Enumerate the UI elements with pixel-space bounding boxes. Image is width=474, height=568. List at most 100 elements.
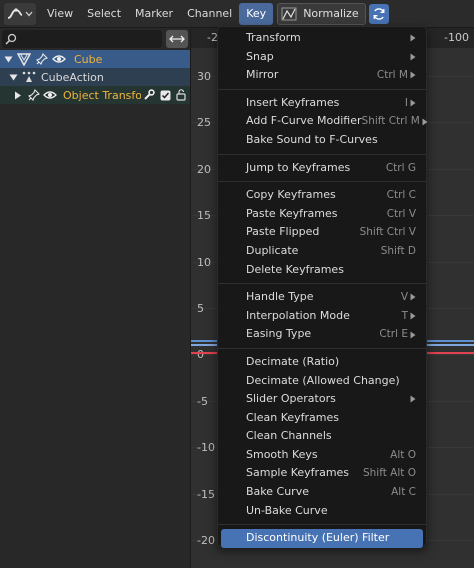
- lock-open-icon[interactable]: [175, 89, 187, 101]
- expand-down-icon[interactable]: [9, 73, 18, 82]
- channel-object-row[interactable]: Cube: [0, 50, 190, 68]
- channel-action-row[interactable]: CubeAction: [0, 68, 190, 86]
- menu-item-bake-sound-to-f-curves[interactable]: Bake Sound to F-Curves: [218, 131, 426, 150]
- menu-item-shortcut: Ctrl G: [385, 161, 416, 174]
- channel-group-row[interactable]: Object Transforn: [0, 86, 190, 104]
- channel-object-label: Cube: [74, 52, 103, 66]
- value-label: -5: [197, 394, 208, 408]
- submenu-arrow-icon: [410, 312, 416, 320]
- menu-item-decimate-allowed-change[interactable]: Decimate (Allowed Change): [218, 372, 426, 391]
- menu-item-right: Shift D: [381, 242, 416, 261]
- value-label: 30: [197, 70, 211, 83]
- visibility-eye-icon[interactable]: [52, 54, 66, 64]
- menu-channel[interactable]: Channel: [180, 3, 239, 25]
- checkbox-checked-icon[interactable]: [160, 90, 171, 101]
- menu-item-label: Bake Sound to F-Curves: [246, 132, 378, 146]
- submenu-arrow-icon: [410, 34, 416, 42]
- channel-search-input[interactable]: [2, 30, 162, 48]
- menu-item-shortcut: Alt O: [390, 448, 416, 461]
- swap-filter-button[interactable]: [166, 30, 188, 48]
- menu-marker[interactable]: Marker: [128, 3, 180, 25]
- key-menu-dropdown: Transform Snap Mirror Ctrl M Insert Keyframe…: [217, 26, 428, 548]
- expand-right-icon[interactable]: [14, 91, 22, 100]
- menu-item-easing-type[interactable]: Easing Type Ctrl E: [218, 325, 426, 344]
- menu-item-label: Slider Operators: [246, 392, 336, 406]
- menu-item-label: Easing Type: [246, 327, 312, 341]
- menu-item-jump-to-keyframes[interactable]: Jump to Keyframes Ctrl G: [218, 159, 426, 178]
- channel-search-row: [0, 28, 190, 50]
- pin-icon[interactable]: [36, 53, 48, 65]
- menu-item-handle-type[interactable]: Handle Type V: [218, 288, 426, 307]
- editor-type-button[interactable]: [4, 2, 36, 25]
- menu-item-right: Ctrl C: [387, 186, 416, 205]
- menu-item-slider-operators[interactable]: Slider Operators: [218, 390, 426, 409]
- menu-item-duplicate[interactable]: Duplicate Shift D: [218, 242, 426, 261]
- value-label: -15: [197, 487, 215, 501]
- menu-item-label: Mirror: [246, 68, 279, 82]
- pin-icon[interactable]: [28, 89, 40, 101]
- menu-item-decimate-ratio[interactable]: Decimate (Ratio): [218, 353, 426, 372]
- menu-item-label: Copy Keyframes: [246, 188, 336, 202]
- menu-item-transform[interactable]: Transform: [218, 29, 426, 48]
- auto-normalize-toggle[interactable]: [368, 3, 389, 24]
- menu-item-discontinuity-euler-filter[interactable]: Discontinuity (Euler) Filter: [221, 529, 423, 548]
- menu-item-clean-keyframes[interactable]: Clean Keyframes: [218, 409, 426, 428]
- menu-item-clean-channels[interactable]: Clean Channels: [218, 427, 426, 446]
- menu-item-smooth-keys[interactable]: Smooth Keys Alt O: [218, 446, 426, 465]
- menu-separator: [218, 283, 426, 285]
- menu-item-right: [408, 390, 416, 409]
- value-label: 0: [197, 348, 204, 362]
- menu-item-shortcut: Shift Ctrl V: [359, 226, 416, 239]
- value-label: 15: [197, 209, 211, 223]
- menu-item-paste-keyframes[interactable]: Paste Keyframes Ctrl V: [218, 205, 426, 224]
- submenu-arrow-icon: [410, 71, 416, 79]
- value-label: 25: [197, 116, 211, 130]
- visibility-eye-icon[interactable]: [43, 90, 57, 100]
- menu-item-right: I: [405, 94, 416, 113]
- menu-item-delete-keyframes[interactable]: Delete Keyframes: [218, 261, 426, 280]
- menu-separator: [218, 347, 426, 349]
- wrench-icon[interactable]: [143, 89, 155, 101]
- channel-region: Cube CubeAction Object Transforn: [0, 28, 191, 568]
- menu-item-interpolation-mode[interactable]: Interpolation Mode T: [218, 307, 426, 326]
- menu-item-paste-flipped[interactable]: Paste Flipped Shift Ctrl V: [218, 223, 426, 242]
- menu-view[interactable]: View: [40, 3, 80, 25]
- graph-editor-icon: [7, 7, 23, 21]
- menu-item-shortcut: T: [401, 309, 408, 322]
- menu-item-add-f-curve-modifier[interactable]: Add F-Curve Modifier Shift Ctrl M: [218, 112, 428, 131]
- menu-item-right: Ctrl G: [386, 159, 416, 178]
- header-menu-bar: View Select Marker Channel Key: [40, 2, 274, 25]
- menu-separator: [218, 153, 426, 155]
- menu-item-label: Decimate (Allowed Change): [246, 373, 400, 387]
- expand-down-icon[interactable]: [4, 55, 13, 64]
- menu-separator: [218, 181, 426, 183]
- menu-item-bake-curve[interactable]: Bake Curve Alt C: [218, 483, 426, 502]
- submenu-arrow-icon: [410, 331, 416, 339]
- menu-item-label: Paste Keyframes: [246, 206, 338, 220]
- normalize-button[interactable]: Normalize: [277, 2, 366, 25]
- menu-item-right: Ctrl M: [377, 66, 416, 85]
- menu-item-right: Shift Alt O: [363, 464, 416, 483]
- menu-select[interactable]: Select: [80, 3, 128, 25]
- menu-item-mirror[interactable]: Mirror Ctrl M: [218, 66, 426, 85]
- normalize-icon: [281, 7, 297, 21]
- menu-item-snap[interactable]: Snap: [218, 48, 426, 67]
- menu-item-right: Shift Ctrl V: [360, 223, 416, 242]
- value-label: 10: [197, 255, 211, 269]
- menu-item-copy-keyframes[interactable]: Copy Keyframes Ctrl C: [218, 186, 426, 205]
- menu-item-shortcut: Ctrl M: [376, 69, 408, 82]
- menu-item-un-bake-curve[interactable]: Un-Bake Curve: [218, 502, 426, 521]
- menu-item-sample-keyframes[interactable]: Sample Keyframes Shift Alt O: [218, 464, 426, 483]
- menu-separator: [218, 524, 426, 526]
- menu-item-shortcut: Shift Alt O: [362, 467, 416, 480]
- menu-item-insert-keyframes[interactable]: Insert Keyframes I: [218, 94, 426, 113]
- menu-item-shortcut: V: [400, 291, 408, 304]
- submenu-arrow-icon: [410, 53, 416, 61]
- menu-key[interactable]: Key: [239, 2, 274, 25]
- menu-item-label: Jump to Keyframes: [246, 160, 351, 174]
- menu-item-right: Alt C: [391, 483, 416, 502]
- menu-item-right: [408, 29, 416, 48]
- value-label: 20: [197, 162, 211, 176]
- menu-item-right: Ctrl V: [387, 205, 416, 224]
- channel-action-label: CubeAction: [41, 70, 104, 84]
